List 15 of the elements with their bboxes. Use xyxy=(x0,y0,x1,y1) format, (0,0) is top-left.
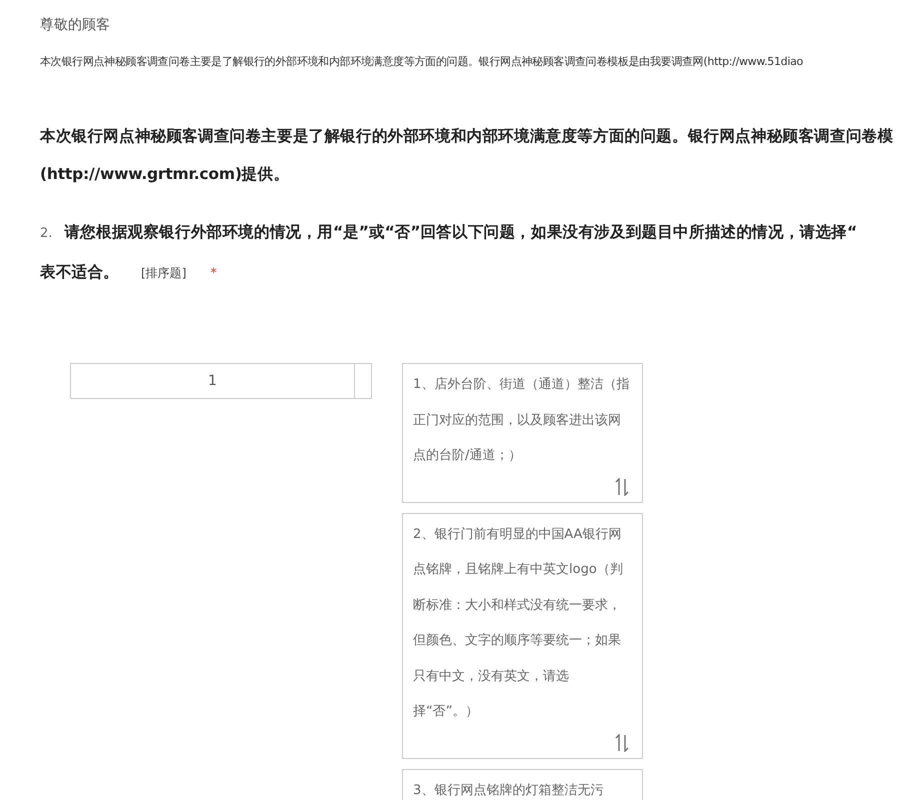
question-type-tag: [排序题] xyxy=(141,254,186,292)
question-text: 请您根据观察银行外部环境的情况，用“是”或“否”回答以下问题，如果没有涉及到题目中所描述的情况，请选择“ xyxy=(64,222,857,243)
intro-bold-text: 本次银行网点神秘顾客调查问卷主要是了解银行的外部环境和内部环境满意度等方面的问题。银行网点神秘顾客调查问卷模 xyxy=(40,126,894,147)
question-number: 2. xyxy=(40,225,52,243)
rank-slot[interactable]: 1 xyxy=(70,363,372,399)
sort-arrows-icon xyxy=(614,478,630,496)
question-text: 表不适合。 xyxy=(40,262,120,283)
sortable-option-card[interactable]: 2、银行门前有明显的中国AA银行网点铭牌，且铭牌上有中英文logo（判断标准：大小和样式没有统一要求，但颜色、文字的顺序等要统一；如果只有中文，没有英文，请选择“否”。） xyxy=(402,512,643,758)
sortable-option-card[interactable]: 3、银行网点铭牌的灯箱整洁无污 xyxy=(402,768,643,800)
greeting-heading: 尊敬的顾客 xyxy=(40,16,111,35)
required-mark: * xyxy=(210,265,217,283)
intro-text: 本次银行网点神秘顾客调查问卷主要是了解银行的外部环境和内部环境满意度等方面的问题。银行网点神秘顾客调查问卷模板是由我要调查网(http://www.51diao xyxy=(40,54,804,69)
sort-arrows-icon xyxy=(614,734,630,752)
sortable-option-card[interactable]: 1、店外台阶、街道（通道）整洁（指正门对应的范围，以及顾客进出该网点的台阶/通道；） xyxy=(402,363,643,502)
intro-bold-text: (http://www.grtmr.com)提供。 xyxy=(40,164,290,185)
